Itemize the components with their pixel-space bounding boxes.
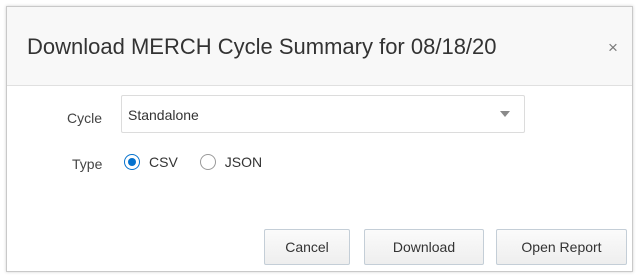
dialog-title: Download MERCH Cycle Summary for 08/18/2… [27, 34, 497, 59]
download-button[interactable]: Download [364, 229, 484, 265]
cycle-select-value: Standalone [128, 107, 199, 123]
radio-button-json[interactable] [199, 154, 216, 170]
cycle-label: Cycle [67, 110, 103, 126]
radio-label-csv: CSV [149, 154, 178, 170]
type-radio-group: CSV JSON [124, 149, 262, 175]
chevron-down-icon [500, 111, 510, 117]
radio-option-csv[interactable]: CSV [124, 154, 178, 170]
cancel-button[interactable]: Cancel [264, 229, 350, 265]
type-label: Type [72, 156, 103, 172]
close-button[interactable]: × [602, 37, 624, 59]
radio-option-json[interactable]: JSON [199, 154, 263, 170]
radio-label-json: JSON [224, 154, 263, 170]
close-icon: × [608, 38, 618, 57]
cycle-select[interactable]: Standalone [121, 95, 525, 133]
open-report-button[interactable]: Open Report [496, 229, 627, 265]
dialog-header: Download MERCH Cycle Summary for 08/18/2… [7, 7, 632, 86]
radio-button-csv[interactable] [124, 154, 140, 170]
